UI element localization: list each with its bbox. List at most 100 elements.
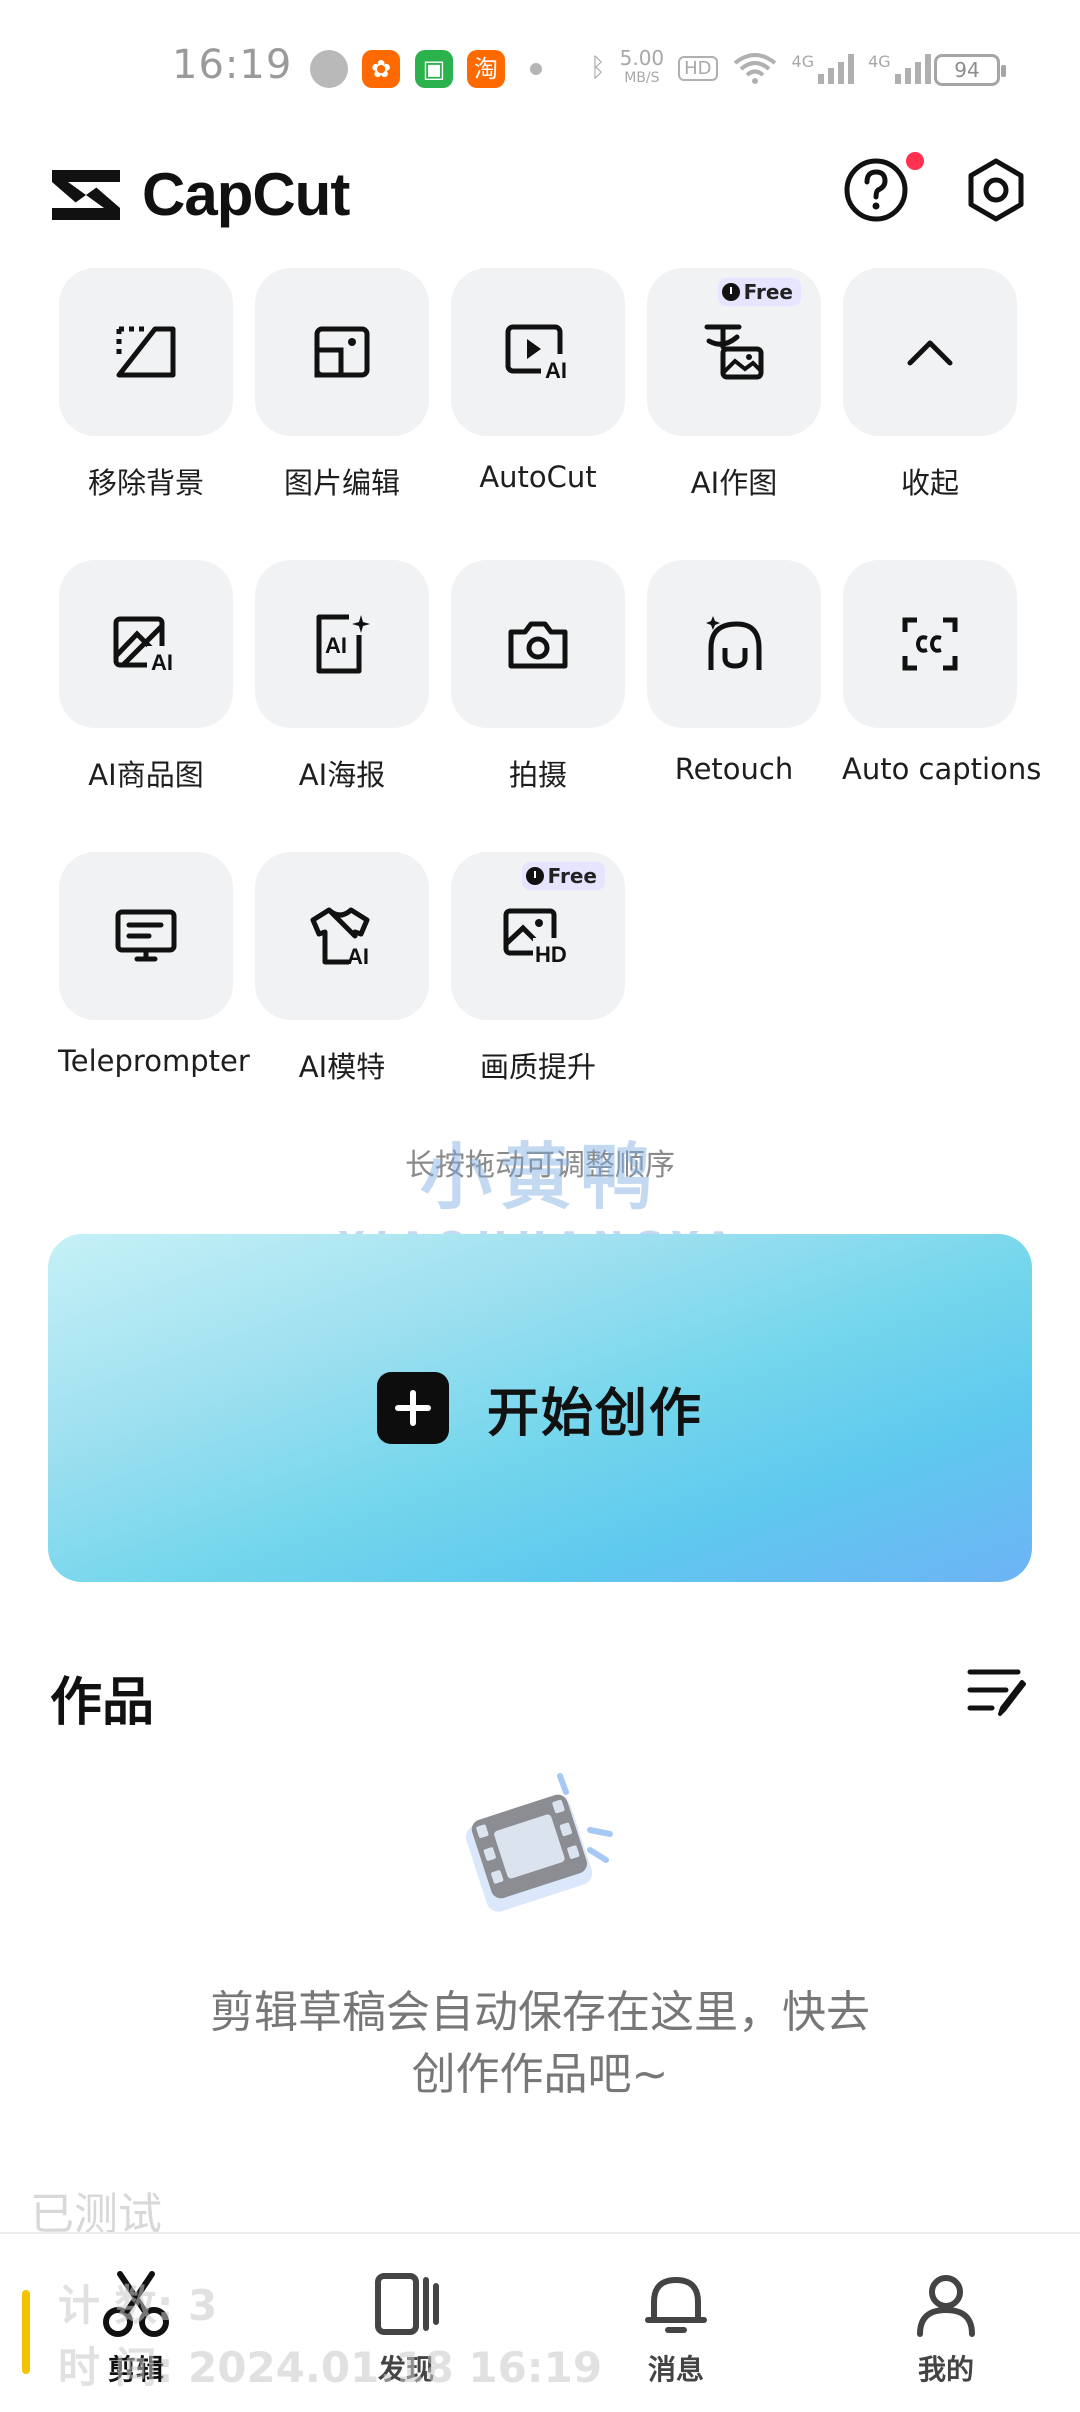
tool-tile[interactable] <box>255 268 429 436</box>
tool-tile[interactable]: AI <box>255 852 429 1020</box>
wifi-icon <box>733 53 776 84</box>
nav-label: 消息 <box>647 2353 704 2386</box>
retouch-icon <box>706 616 762 670</box>
network-speed-unit: MB/S <box>624 70 660 86</box>
tool-label: AI作图 <box>690 466 778 500</box>
empty-state-text: 剪辑草稿会自动保存在这里，快去 创作作品吧~ <box>0 1982 1080 2106</box>
tool-auto-captions[interactable]: Auto captions <box>842 560 1042 786</box>
signal-1-label: 4G <box>791 52 815 71</box>
ai-product-icon: AI <box>113 616 179 672</box>
capcut-logo-icon <box>52 169 120 220</box>
battery-icon: 94 <box>934 54 1006 86</box>
free-badge-label: Free <box>743 280 793 304</box>
network-speed: 5.00 MB/S <box>620 48 665 88</box>
free-badge: Free <box>717 278 801 306</box>
notification-dot <box>906 152 924 170</box>
settings-icon[interactable] <box>962 156 1030 224</box>
tool-tile[interactable] <box>59 852 233 1020</box>
network-speed-value: 5.00 <box>619 46 665 70</box>
tool-ai-poster[interactable]: AI AI海报 <box>254 560 430 794</box>
tool-label: AI海报 <box>298 758 386 792</box>
tool-camera[interactable]: 拍摄 <box>450 560 626 794</box>
empty-text-line-2: 创作作品吧~ <box>411 2049 669 2100</box>
tool-tile[interactable]: Free HD <box>451 852 625 1020</box>
bottom-nav: 剪辑 发现 消息 我的 <box>0 2232 1080 2412</box>
tool-label: 图片编辑 <box>283 466 400 500</box>
tool-label: Auto captions <box>842 752 1042 786</box>
tool-teleprompter[interactable]: Teleprompter <box>58 852 250 1078</box>
status-time: 16:19 <box>172 42 293 88</box>
bell-icon <box>645 2277 707 2333</box>
status-bar: 16:19 ✿ ▣ 淘 ᛒ 5.00 MB/S HD 4G 4G 94 <box>0 0 1080 140</box>
svg-text:AI: AI <box>325 633 347 658</box>
ai-poster-icon: AI <box>316 614 370 674</box>
svg-text:AI: AI <box>347 944 369 966</box>
tool-hd-enhance[interactable]: Free HD 画质提升 <box>450 852 626 1086</box>
tool-label: AI模特 <box>298 1050 386 1084</box>
tool-label: Teleprompter <box>58 1044 250 1078</box>
app-notification-icon: ✿ <box>362 50 400 88</box>
plus-icon <box>376 1372 449 1444</box>
nav-profile[interactable]: 我的 <box>866 2268 1026 2388</box>
svg-text:HD: HD <box>535 942 567 964</box>
taobao-notification-icon: 淘 <box>467 50 505 88</box>
overlay-indicator <box>22 2290 30 2374</box>
bluetooth-icon: ᛒ <box>590 53 606 83</box>
ai-image-icon <box>704 324 764 380</box>
nav-discover[interactable]: 发现 <box>326 2268 486 2388</box>
manage-list-icon[interactable] <box>966 1664 1030 1720</box>
svg-text:AI: AI <box>545 358 567 380</box>
tool-collapse[interactable]: 收起 <box>842 268 1018 502</box>
tool-retouch[interactable]: Retouch <box>646 560 822 786</box>
tool-label: AutoCut <box>479 460 597 494</box>
tool-tile[interactable] <box>647 560 821 728</box>
hd-badge: HD <box>678 55 718 81</box>
teleprompter-icon <box>115 909 177 962</box>
signal-2-label: 4G <box>868 52 891 71</box>
tool-ai-product[interactable]: AI AI商品图 <box>58 560 234 794</box>
tool-tile[interactable] <box>843 560 1017 728</box>
tool-label: 移除背景 <box>87 466 204 500</box>
empty-film-icon <box>465 1773 613 1912</box>
tool-ai-model[interactable]: AI AI模特 <box>254 852 430 1086</box>
telegram-notification-icon <box>310 50 348 88</box>
tool-tile[interactable] <box>59 268 233 436</box>
tool-label: AI商品图 <box>88 758 204 792</box>
tool-label: 收起 <box>900 466 959 500</box>
signal-2-icon: 4G <box>868 52 931 84</box>
tool-tile[interactable]: Free <box>647 268 821 436</box>
tool-ai-image[interactable]: Free AI作图 <box>646 268 822 502</box>
autocut-icon: AI <box>505 324 571 380</box>
app-logo: CapCut <box>46 160 350 229</box>
app-header: CapCut <box>0 140 1080 270</box>
nav-label: 剪辑 <box>107 2353 164 2386</box>
status-icons: ᛒ 5.00 MB/S HD 4G 4G <box>590 46 931 90</box>
tool-autocut[interactable]: AI AutoCut <box>450 268 626 494</box>
captions-icon <box>902 617 958 671</box>
ai-model-shirt-icon: AI <box>310 907 370 966</box>
drag-hint: 长按拖动可调整顺序 <box>405 1148 675 1183</box>
nav-messages[interactable]: 消息 <box>596 2268 756 2388</box>
tool-tile[interactable]: AI <box>59 560 233 728</box>
help-icon[interactable] <box>842 156 910 224</box>
remove-background-icon <box>116 326 176 378</box>
tool-label: 拍摄 <box>508 758 567 792</box>
nav-label: 发现 <box>377 2353 434 2386</box>
photo-edit-icon <box>314 326 370 378</box>
tool-tile[interactable]: AI <box>255 560 429 728</box>
signal-1-icon: 4G <box>792 52 855 84</box>
discover-video-icon <box>375 2273 439 2335</box>
camera-icon <box>508 621 568 669</box>
tool-photo-edit[interactable]: 图片编辑 <box>254 268 430 502</box>
profile-icon <box>917 2275 975 2337</box>
tool-tile[interactable]: AI <box>451 268 625 436</box>
works-title: 作品 <box>50 1673 155 1733</box>
start-create-button[interactable]: 开始创作 <box>48 1234 1032 1582</box>
nav-edit[interactable]: 剪辑 <box>56 2268 216 2388</box>
free-badge: Free <box>521 862 605 890</box>
tool-tile[interactable] <box>843 268 1017 436</box>
clock-icon <box>525 867 544 885</box>
free-badge-label: Free <box>547 864 597 888</box>
tool-tile[interactable] <box>451 560 625 728</box>
tool-remove-background[interactable]: 移除背景 <box>58 268 234 502</box>
